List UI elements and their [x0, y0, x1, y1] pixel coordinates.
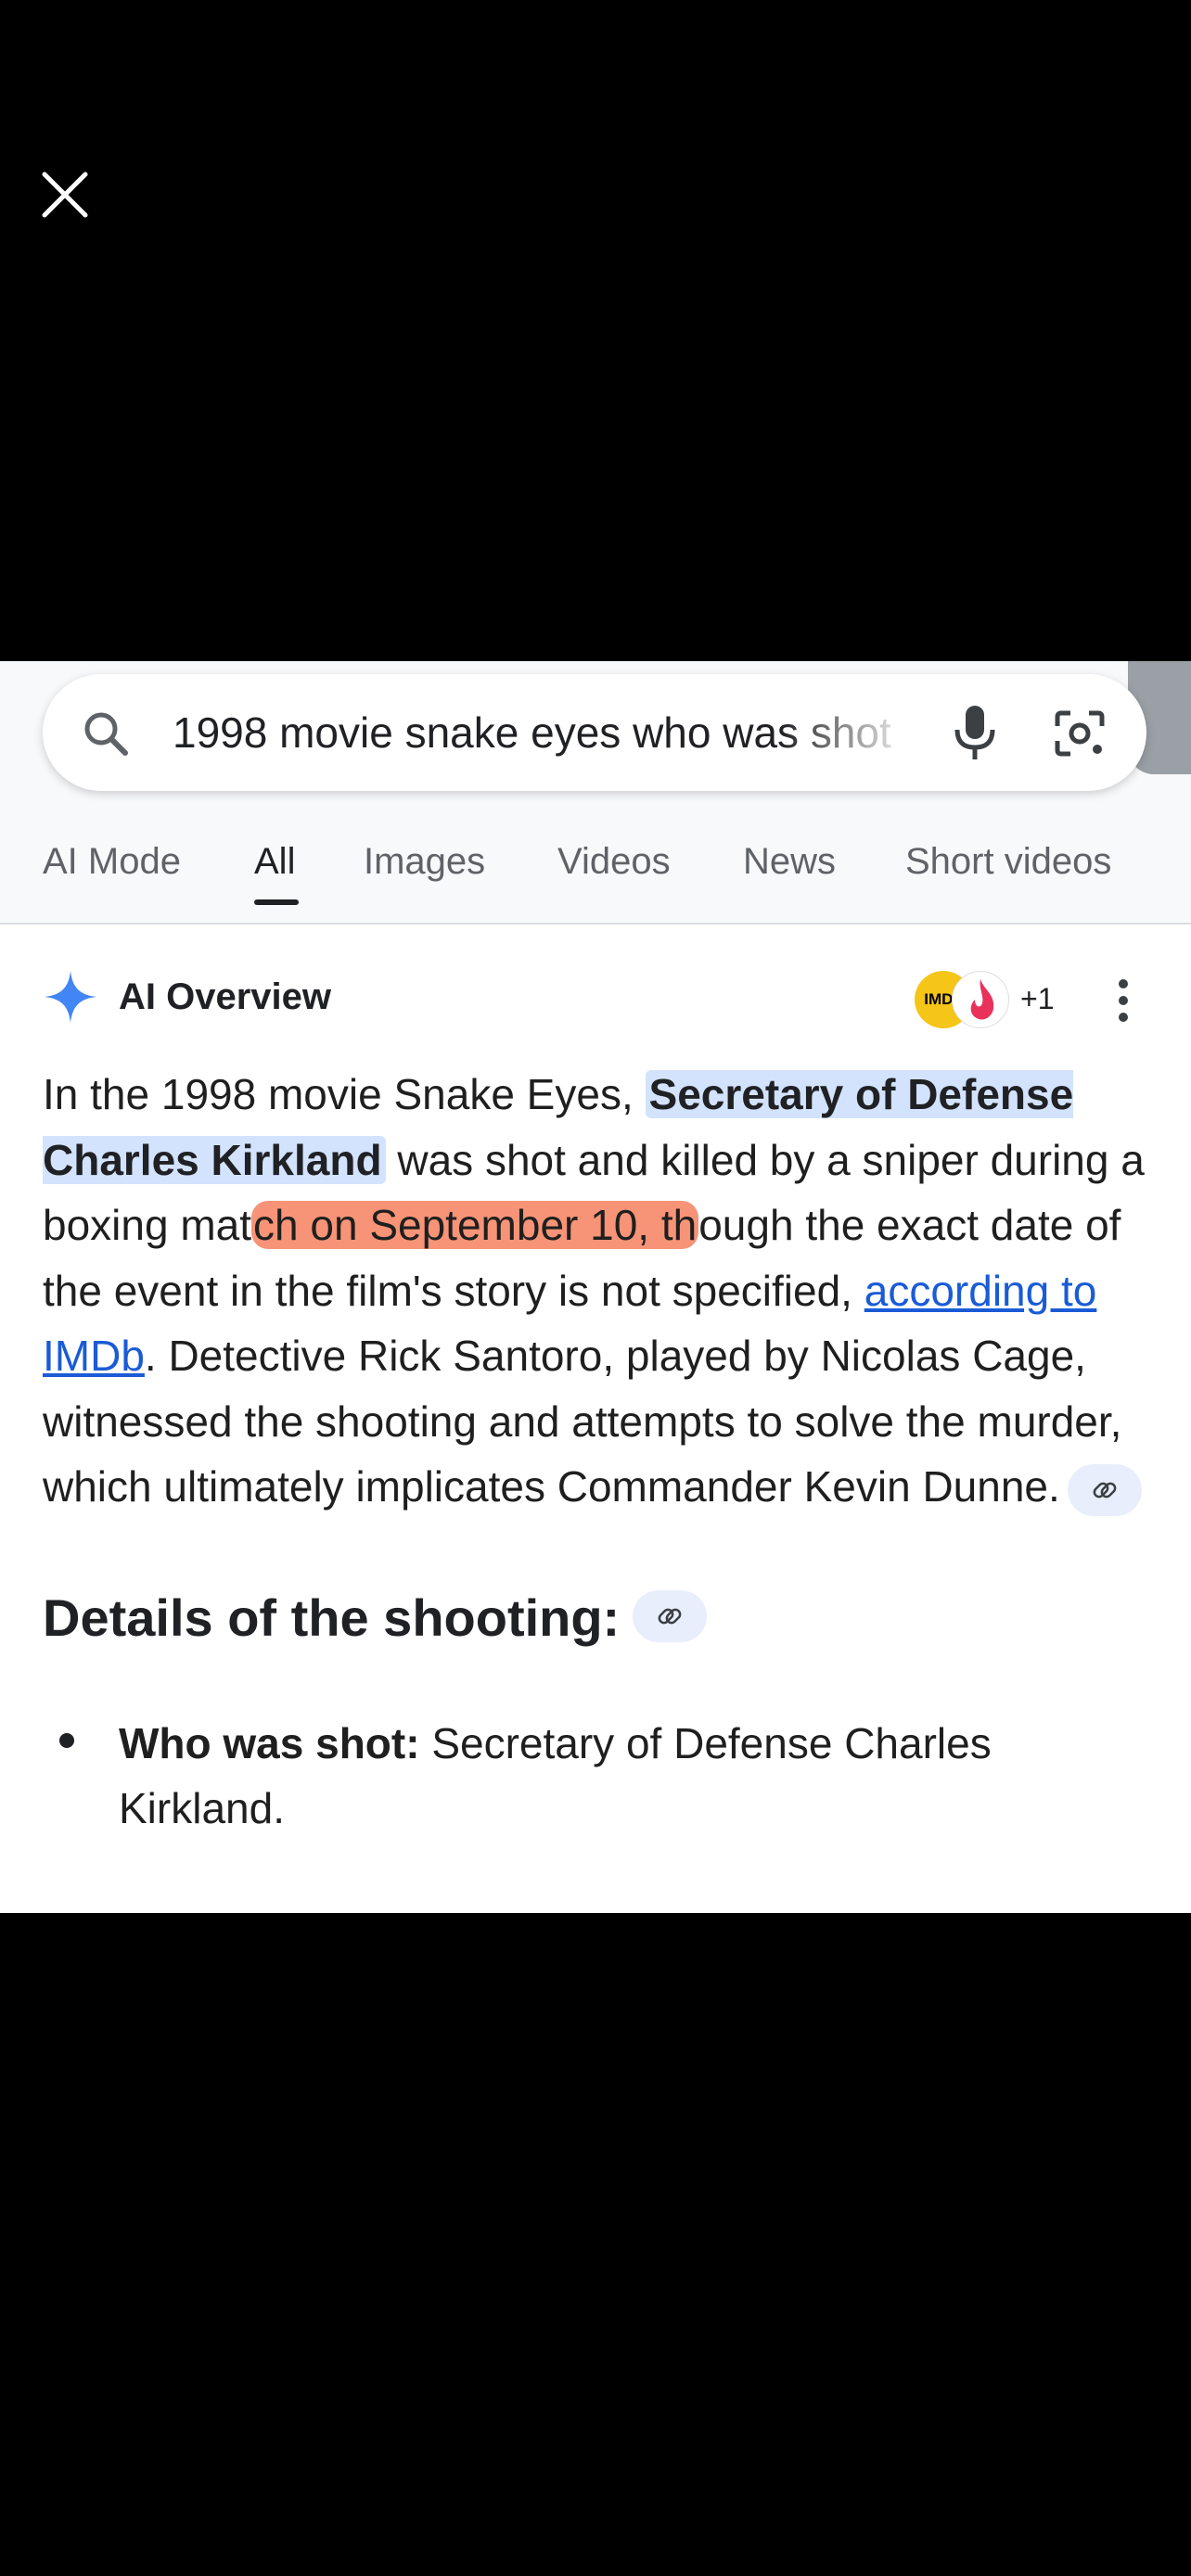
search-tabs: AI Mode All Images Videos News Short vid…: [0, 823, 1191, 915]
overview-text-part: . Detective Rick Santoro, played by Nico…: [43, 1332, 1122, 1511]
details-heading: Details of the shooting:: [43, 1588, 708, 1648]
microphone-icon[interactable]: [947, 702, 1003, 763]
link-icon: [658, 1608, 682, 1625]
more-options-icon[interactable]: [1109, 973, 1137, 1028]
source-link-chip[interactable]: [633, 1590, 708, 1643]
tab-ai-mode[interactable]: AI Mode: [43, 841, 181, 883]
source-count: +1: [1020, 982, 1055, 1015]
ai-overview-text: In the 1998 movie Snake Eyes, Secretary …: [43, 1062, 1156, 1520]
gemini-spark-icon: [45, 971, 96, 1023]
tab-videos[interactable]: Videos: [557, 841, 671, 883]
link-icon: [1093, 1482, 1117, 1498]
screenshot-card: 1998 movie snake eyes who was shot AI Mo…: [0, 661, 1191, 1913]
user-highlight-mark: ch on September 10, th: [251, 1201, 699, 1249]
details-heading-text: Details of the shooting:: [43, 1588, 621, 1647]
source-link-chip[interactable]: [1067, 1463, 1142, 1516]
overview-text-part: In the 1998 movie Snake Eyes,: [43, 1070, 646, 1118]
list-item-label: Who was shot:: [119, 1719, 420, 1767]
list-item: Who was shot: Secretary of Defense Charl…: [43, 1711, 1156, 1841]
details-list: Who was shot: Secretary of Defense Charl…: [43, 1711, 1156, 1841]
active-tab-indicator: [254, 899, 299, 905]
close-button[interactable]: [37, 167, 93, 223]
tab-short-videos[interactable]: Short videos: [905, 841, 1111, 883]
source-icons[interactable]: IMDb +1: [915, 971, 1082, 1030]
flame-source-icon: [952, 971, 1009, 1028]
search-icon[interactable]: [80, 708, 132, 759]
tab-news[interactable]: News: [743, 841, 836, 883]
bullet-icon: [59, 1733, 74, 1748]
cut-off-next-line: [0, 1900, 1191, 1913]
ai-overview-header: AI Overview IMDb +1: [43, 960, 1146, 1034]
search-bar[interactable]: 1998 movie snake eyes who was shot: [43, 674, 1146, 791]
search-header: 1998 movie snake eyes who was shot AI Mo…: [0, 661, 1191, 925]
tab-images[interactable]: Images: [364, 841, 485, 883]
list-item-text: Who was shot: Secretary of Defense Charl…: [119, 1711, 1121, 1841]
ai-overview-title: AI Overview: [119, 976, 332, 1017]
tab-all[interactable]: All: [254, 841, 295, 883]
lens-camera-icon[interactable]: [1052, 708, 1108, 759]
close-icon: [42, 172, 88, 218]
search-input[interactable]: 1998 movie snake eyes who was shot: [173, 700, 915, 765]
